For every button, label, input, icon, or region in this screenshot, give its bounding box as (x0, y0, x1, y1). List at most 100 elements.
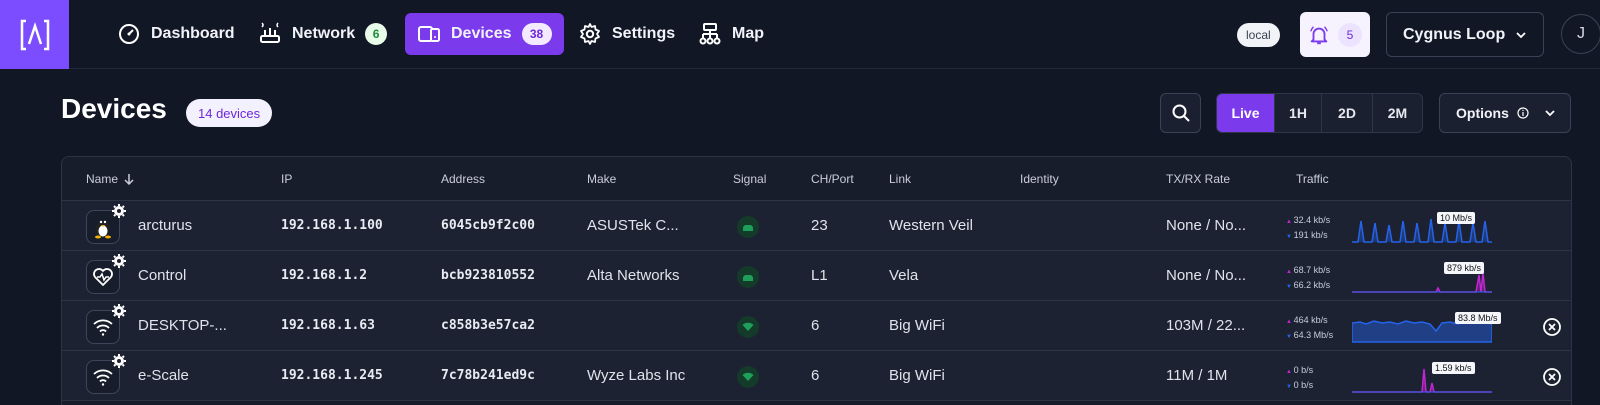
bell-icon (1310, 25, 1328, 44)
nav-devices[interactable]: Devices 38 (405, 13, 564, 55)
device-make: Alta Networks (587, 267, 680, 284)
device-channel: 6 (811, 367, 820, 384)
table-row[interactable]: Control 192.168.1.2 bcb923810552 Alta Ne… (62, 251, 1571, 301)
device-link[interactable]: Western Veil (889, 217, 973, 234)
column-name-label: Name (86, 172, 119, 186)
info-icon (1517, 107, 1529, 119)
column-header-traffic[interactable]: Traffic (1296, 172, 1329, 186)
table-row[interactable]: arcturus 192.168.1.100 6045cb9f2c00 ASUS… (62, 201, 1571, 251)
router-icon (260, 22, 280, 43)
settings-gear-icon[interactable] (112, 204, 126, 218)
notifications-count: 5 (1338, 22, 1362, 47)
device-name[interactable]: Control (138, 267, 186, 284)
gauge-icon (119, 24, 139, 44)
network-count-badge: 6 (365, 23, 388, 45)
nav-network[interactable]: Network 6 (246, 13, 399, 55)
traffic-values: 0 b/s 0 b/s (1286, 364, 1314, 394)
column-header-make[interactable]: Make (587, 172, 616, 186)
traffic-values: 464 kb/s 64.3 Mb/s (1286, 314, 1334, 344)
range-live-button[interactable]: Live (1217, 94, 1274, 132)
chevron-down-icon (1545, 110, 1555, 117)
device-ip: 192.168.1.63 (281, 318, 375, 333)
device-name[interactable]: e-Scale (138, 367, 189, 384)
column-header-address[interactable]: Address (441, 172, 485, 186)
traffic-rx-value: 0 b/s (1286, 379, 1314, 394)
device-ip: 192.168.1.100 (281, 218, 383, 233)
notifications-button[interactable]: 5 (1300, 12, 1370, 57)
nav-dashboard-label: Dashboard (151, 25, 235, 42)
traffic-tx-value: 0 b/s (1286, 364, 1314, 379)
device-name[interactable]: DESKTOP-... (138, 317, 227, 334)
traffic-peak-label: 83.8 Mb/s (1455, 312, 1501, 324)
column-header-signal[interactable]: Signal (733, 172, 766, 186)
settings-gear-icon[interactable] (112, 304, 126, 318)
remove-device-icon[interactable] (1542, 367, 1562, 387)
range-2m-button[interactable]: 2M (1372, 94, 1422, 132)
range-2d-button[interactable]: 2D (1321, 94, 1372, 132)
column-header-ip[interactable]: IP (281, 172, 292, 186)
top-navigation: Dashboard Network 6 Devices 38 Settings … (0, 0, 1600, 69)
device-mac-address: 7c78b241ed9c (441, 368, 535, 383)
sort-down-arrow-icon (124, 174, 134, 185)
traffic-rx-value: 66.2 kb/s (1286, 279, 1331, 294)
column-header-identity[interactable]: Identity (1020, 172, 1059, 186)
traffic-tx-value: 464 kb/s (1286, 314, 1333, 329)
device-name[interactable]: arcturus (138, 217, 192, 234)
device-mac-address: bcb923810552 (441, 268, 535, 283)
device-ip: 192.168.1.245 (281, 368, 383, 383)
search-button[interactable] (1160, 93, 1201, 133)
options-label: Options (1456, 105, 1509, 121)
devices-table: Name IP Address Make Signal CH/Port Link… (61, 156, 1572, 405)
wifi-signal-icon (737, 366, 759, 388)
options-dropdown[interactable]: Options (1439, 93, 1571, 133)
device-mac-address: c858b3e57ca2 (441, 318, 535, 333)
traffic-values: 68.7 kb/s 66.2 kb/s (1286, 264, 1331, 294)
table-row[interactable]: DESKTOP-... 192.168.1.63 c858b3e57ca2 6 … (62, 301, 1571, 351)
wired-signal-icon (737, 266, 759, 288)
traffic-tx-value: 32.4 kb/s (1286, 214, 1331, 229)
device-link[interactable]: Vela (889, 267, 918, 284)
device-link[interactable]: Big WiFi (889, 317, 945, 334)
table-row[interactable]: e-Scale 192.168.1.245 7c78b241ed9c Wyze … (62, 351, 1571, 401)
column-header-name[interactable]: Name (86, 172, 134, 186)
traffic-peak-label: 10 Mb/s (1437, 212, 1476, 224)
device-link[interactable]: Big WiFi (889, 367, 945, 384)
device-channel: 6 (811, 317, 820, 334)
search-icon (1172, 104, 1190, 122)
gear-icon (580, 23, 600, 45)
traffic-peak-label: 1.59 kb/s (1432, 362, 1475, 374)
site-selector[interactable]: Cygnus Loop (1386, 12, 1544, 57)
traffic-peak-label: 879 kb/s (1444, 262, 1485, 274)
nav-map[interactable]: Map (686, 13, 776, 55)
environment-badge: local (1237, 23, 1280, 47)
device-make: Wyze Labs Inc (587, 367, 686, 384)
nav-dashboard[interactable]: Dashboard (105, 13, 247, 55)
column-header-tx-rx-rate[interactable]: TX/RX Rate (1166, 172, 1230, 186)
bracket-logo-icon[interactable] (0, 0, 69, 69)
page-title: Devices (61, 93, 167, 124)
settings-gear-icon[interactable] (112, 254, 126, 268)
device-ip: 192.168.1.2 (281, 268, 368, 283)
table-header: Name IP Address Make Signal CH/Port Link… (62, 157, 1571, 201)
column-header-link[interactable]: Link (889, 172, 911, 186)
column-header-ch-port[interactable]: CH/Port (811, 172, 854, 186)
devices-count-badge: 38 (521, 23, 552, 45)
range-1h-button[interactable]: 1H (1274, 94, 1321, 132)
device-count-badge: 14 devices (186, 99, 273, 127)
device-make: ASUSTek C... (587, 217, 679, 234)
settings-gear-icon[interactable] (112, 354, 126, 368)
device-tx-rx-rate: None / No... (1166, 267, 1247, 284)
traffic-values: 32.4 kb/s 191 kb/s (1286, 214, 1331, 244)
device-tx-rx-rate: 103M / 22... (1166, 317, 1246, 334)
nav-settings[interactable]: Settings (566, 13, 687, 55)
wired-signal-icon (737, 216, 759, 238)
traffic-tx-value: 68.7 kb/s (1286, 264, 1331, 279)
user-avatar[interactable]: J (1561, 14, 1600, 54)
nav-devices-label: Devices (451, 25, 512, 42)
device-port: 23 (811, 217, 828, 234)
nav-settings-label: Settings (612, 25, 676, 42)
time-range-toggle: Live 1H 2D 2M (1216, 93, 1423, 133)
chevron-down-icon (1516, 31, 1526, 38)
remove-device-icon[interactable] (1542, 317, 1562, 337)
traffic-rx-value: 191 kb/s (1286, 229, 1330, 244)
